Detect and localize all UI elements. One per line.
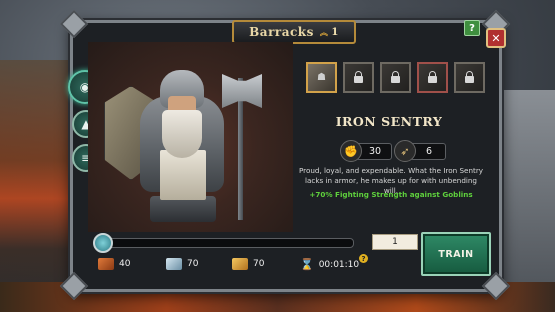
quantity-input[interactable]: 1	[372, 234, 418, 250]
level-chevron-icon: ︽	[319, 26, 329, 37]
cost-wheat: 70	[232, 258, 264, 270]
train-button[interactable]: TRAIN	[421, 232, 491, 276]
cost-wood-value: 40	[119, 259, 131, 269]
quantity-slider[interactable]	[98, 238, 354, 248]
unit-portrait-locked[interactable]	[380, 62, 411, 93]
unit-portrait-iron-sentry[interactable]: ☗	[306, 62, 337, 93]
hourglass-icon: ⌛	[300, 258, 314, 271]
unit-portrait-locked[interactable]	[343, 62, 374, 93]
cost-wheat-value: 70	[253, 259, 265, 269]
quantity-slider-handle[interactable]	[93, 233, 113, 253]
lock-icon	[391, 71, 400, 83]
training-time: ⌛ 00:01:10	[300, 258, 359, 271]
unit-name: IRON SENTRY	[335, 114, 443, 129]
attack-stat: ✊ 30	[340, 140, 392, 162]
building-level: ︽ 1	[320, 27, 339, 38]
lock-icon	[354, 71, 363, 83]
iron-ingot-icon	[166, 258, 182, 270]
level-value: 1	[331, 26, 339, 38]
dwarf-beard-illustration	[162, 110, 202, 158]
lock-icon	[428, 71, 437, 83]
help-button[interactable]: ?	[464, 20, 480, 36]
training-time-value: 00:01:10	[318, 259, 360, 270]
cost-iron: 70	[166, 258, 198, 270]
boot-icon: ➶	[394, 140, 416, 162]
unit-portrait-locked[interactable]	[454, 62, 485, 93]
wood-icon	[98, 258, 114, 270]
unit-bonus: +70% Fighting Strength against Goblins	[309, 190, 473, 199]
speed-stat: ➶ 6	[394, 140, 446, 162]
close-button[interactable]: ✕	[486, 28, 506, 48]
lock-icon	[465, 71, 474, 83]
cost-wood: 40	[98, 258, 130, 270]
cost-iron-value: 70	[187, 259, 199, 269]
wheat-icon	[232, 258, 248, 270]
dwarf-portrait-icon: ☗	[317, 72, 326, 83]
window-title: Barracks	[249, 25, 314, 39]
unit-portrait-locked[interactable]	[417, 62, 448, 93]
time-info-button[interactable]: ?	[359, 254, 368, 263]
window-title-plate: Barracks ︽ 1	[232, 20, 356, 44]
unit-portrait-row: ☗	[306, 62, 485, 93]
fist-icon: ✊	[340, 140, 362, 162]
